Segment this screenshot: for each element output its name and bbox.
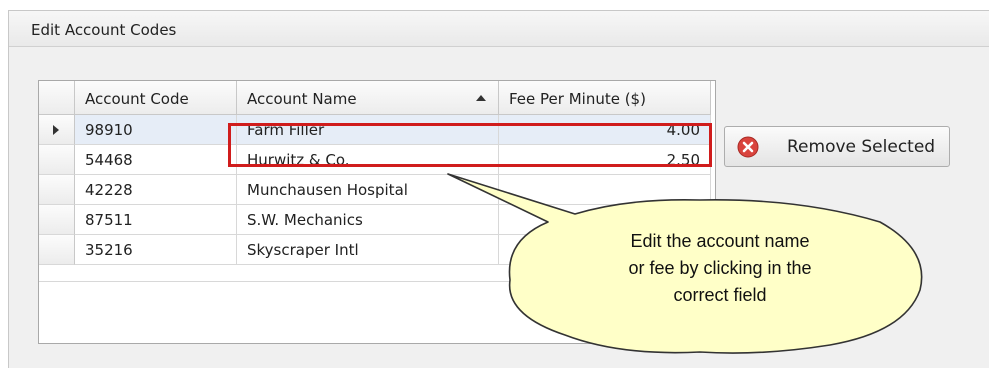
callout-text: Edit the account name or fee by clicking… — [555, 228, 885, 309]
callout-line: correct field — [673, 285, 767, 305]
callout-line: or fee by clicking in the — [628, 258, 812, 278]
callout-bubble — [447, 173, 923, 354]
callout-line: Edit the account name — [630, 231, 810, 251]
